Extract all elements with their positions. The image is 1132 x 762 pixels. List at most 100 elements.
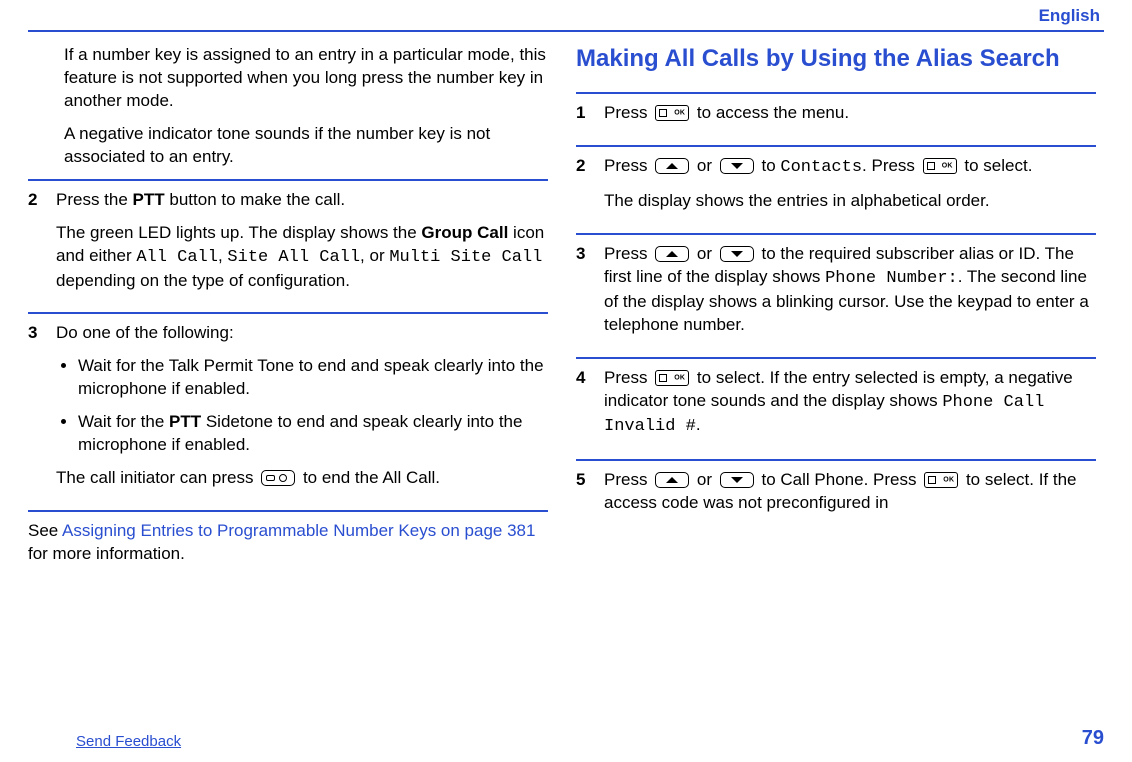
step-3: 3 Do one of the following: Wait for the … bbox=[28, 322, 548, 500]
text: , or bbox=[360, 246, 389, 265]
step-body: Press to access the menu. bbox=[604, 102, 1096, 135]
divider bbox=[28, 510, 548, 512]
all-call-label: All Call bbox=[136, 248, 218, 267]
step-text: Press to select. If the entry selected i… bbox=[604, 367, 1096, 440]
step-body: Press or to the required subscriber alia… bbox=[604, 243, 1096, 347]
step-4-r: 4 Press to select. If the entry selected… bbox=[576, 367, 1096, 450]
step-body: Press to select. If the entry selected i… bbox=[604, 367, 1096, 450]
text: The green LED lights up. The display sho… bbox=[56, 223, 421, 242]
step-1-r: 1 Press to access the menu. bbox=[576, 102, 1096, 135]
step2-lead: Press the PTT button to make the call. bbox=[56, 189, 548, 212]
page-number: 79 bbox=[1082, 727, 1104, 750]
step3-closing: The call initiator can press to end the … bbox=[56, 467, 548, 490]
down-arrow-icon bbox=[720, 158, 754, 174]
ok-button-icon bbox=[655, 105, 689, 121]
manual-page: English If a number key is assigned to a… bbox=[0, 0, 1132, 762]
step-number: 2 bbox=[576, 155, 590, 223]
ok-button-icon bbox=[923, 158, 957, 174]
up-arrow-icon bbox=[655, 246, 689, 262]
text: button to make the call. bbox=[165, 190, 346, 209]
step-text: Press or to Call Phone. Press to select.… bbox=[604, 469, 1096, 515]
site-all-call-label: Site All Call bbox=[227, 248, 360, 267]
step-2-r: 2 Press or to Contacts. Press to select.… bbox=[576, 155, 1096, 223]
contacts-label: Contacts bbox=[780, 158, 862, 177]
text: . bbox=[696, 415, 701, 434]
text: Press bbox=[604, 470, 652, 489]
text: The call initiator can press bbox=[56, 468, 258, 487]
step-5-r: 5 Press or to Call Phone. Press to selec… bbox=[576, 469, 1096, 525]
ptt-label: PTT bbox=[133, 190, 165, 209]
text: to bbox=[762, 156, 781, 175]
intro-block: If a number key is assigned to an entry … bbox=[28, 44, 548, 169]
right-column: Making All Calls by Using the Alias Sear… bbox=[576, 44, 1096, 576]
list-item: Wait for the Talk Permit Tone to end and… bbox=[78, 355, 548, 401]
menu-button-icon bbox=[261, 470, 295, 486]
step-number: 3 bbox=[576, 243, 590, 347]
content-columns: If a number key is assigned to an entry … bbox=[28, 44, 1104, 576]
divider bbox=[576, 233, 1096, 235]
text: to Call Phone. Press bbox=[762, 470, 922, 489]
language-label: English bbox=[28, 4, 1104, 30]
text: , bbox=[218, 246, 227, 265]
step-body: Press the PTT button to make the call. T… bbox=[56, 189, 548, 303]
step-number: 4 bbox=[576, 367, 590, 450]
step-number: 5 bbox=[576, 469, 590, 525]
text: to select. bbox=[964, 156, 1032, 175]
divider bbox=[28, 179, 548, 181]
multi-site-call-label: Multi Site Call bbox=[389, 248, 542, 267]
step-number: 1 bbox=[576, 102, 590, 135]
text: Press bbox=[604, 368, 652, 387]
step2-body: The green LED lights up. The display sho… bbox=[56, 222, 548, 293]
up-arrow-icon bbox=[655, 472, 689, 488]
text: Press bbox=[604, 103, 652, 122]
phone-number-label: Phone Number: bbox=[825, 269, 958, 288]
reference-link[interactable]: Assigning Entries to Programmable Number… bbox=[62, 521, 535, 540]
step-number: 2 bbox=[28, 189, 42, 303]
divider bbox=[576, 92, 1096, 94]
see-reference: See Assigning Entries to Programmable Nu… bbox=[28, 520, 548, 566]
down-arrow-icon bbox=[720, 472, 754, 488]
divider bbox=[576, 145, 1096, 147]
ok-button-icon bbox=[924, 472, 958, 488]
step-body: Do one of the following: Wait for the Ta… bbox=[56, 322, 548, 500]
step3-bullets: Wait for the Talk Permit Tone to end and… bbox=[56, 355, 548, 457]
step-text: Press to access the menu. bbox=[604, 102, 1096, 125]
divider bbox=[576, 459, 1096, 461]
text: depending on the type of configuration. bbox=[56, 271, 350, 290]
step-body: Press or to Call Phone. Press to select.… bbox=[604, 469, 1096, 525]
intro-p1: If a number key is assigned to an entry … bbox=[64, 44, 548, 113]
text: Press the bbox=[56, 190, 133, 209]
text: Press bbox=[604, 244, 652, 263]
step-number: 3 bbox=[28, 322, 42, 500]
text: . Press bbox=[862, 156, 920, 175]
step-body: Press or to Contacts. Press to select. T… bbox=[604, 155, 1096, 223]
step-text: Press or to Contacts. Press to select. bbox=[604, 155, 1096, 180]
header-rule bbox=[28, 30, 1104, 32]
intro-p2: A negative indicator tone sounds if the … bbox=[64, 123, 548, 169]
text: See bbox=[28, 521, 62, 540]
divider bbox=[576, 357, 1096, 359]
divider bbox=[28, 312, 548, 314]
text: or bbox=[697, 470, 717, 489]
text: or bbox=[697, 244, 717, 263]
text: to access the menu. bbox=[697, 103, 849, 122]
group-call-label: Group Call bbox=[421, 223, 508, 242]
up-arrow-icon bbox=[655, 158, 689, 174]
left-column: If a number key is assigned to an entry … bbox=[28, 44, 548, 576]
step3-lead: Do one of the following: bbox=[56, 322, 548, 345]
section-title: Making All Calls by Using the Alias Sear… bbox=[576, 44, 1096, 74]
text: or bbox=[697, 156, 717, 175]
ok-button-icon bbox=[655, 370, 689, 386]
text: to end the All Call. bbox=[303, 468, 440, 487]
step-2: 2 Press the PTT button to make the call.… bbox=[28, 189, 548, 303]
step-note: The display shows the entries in alphabe… bbox=[604, 190, 1096, 213]
text: Wait for the bbox=[78, 412, 169, 431]
down-arrow-icon bbox=[720, 246, 754, 262]
text: Press bbox=[604, 156, 652, 175]
send-feedback-link[interactable]: Send Feedback bbox=[28, 733, 181, 750]
step-3-r: 3 Press or to the required subscriber al… bbox=[576, 243, 1096, 347]
step-text: Press or to the required subscriber alia… bbox=[604, 243, 1096, 337]
list-item: Wait for the PTT Sidetone to end and spe… bbox=[78, 411, 548, 457]
page-footer: Send Feedback 79 bbox=[28, 727, 1104, 750]
ptt-label: PTT bbox=[169, 412, 201, 431]
